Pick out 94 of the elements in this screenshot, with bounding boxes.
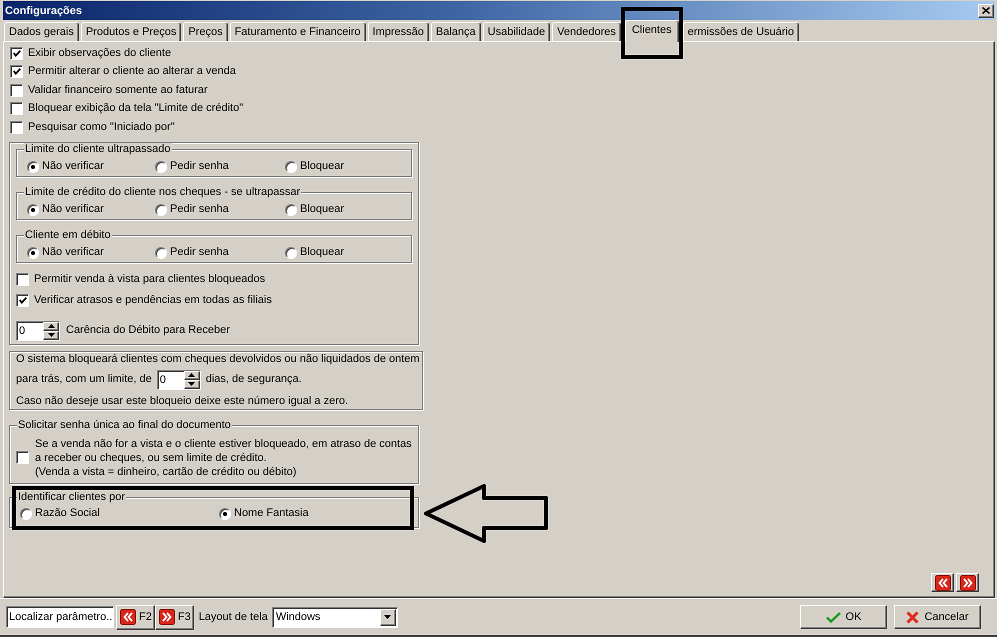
double-chevron-left-icon: [934, 574, 950, 590]
radio-button[interactable]: [155, 160, 167, 172]
checkbox[interactable]: [10, 84, 23, 97]
double-chevron-right-icon: [158, 609, 175, 625]
tab[interactable]: Vendedores: [552, 22, 621, 41]
previous-button[interactable]: [931, 573, 954, 592]
checkbox[interactable]: [16, 294, 29, 307]
description-text: Se a venda não for a vista e o cliente estiver bloqueado, em atraso de contas a receber ou cheques, ou sem limite de crédito. (Venda a vista = dinheiro, cartão de crédito ou débito): [35, 436, 412, 478]
radio-button[interactable]: [27, 204, 39, 216]
radio-button[interactable]: [20, 508, 32, 520]
checkbox-label: Verificar atrasos e pendências em todas as filiais: [34, 294, 272, 307]
radio-label: Bloquear: [300, 246, 344, 259]
field-label: para trás, com um limite, de: [16, 373, 152, 386]
close-button[interactable]: [978, 4, 994, 18]
checkbox[interactable]: [16, 272, 29, 286]
cancel-button[interactable]: Cancelar: [894, 605, 981, 629]
tab[interactable]: Produtos e Preços: [80, 22, 182, 41]
tab[interactable]: Clientes: [624, 20, 679, 42]
search-field[interactable]: Localizar parâmetro..: [6, 606, 114, 628]
radio-button[interactable]: [27, 246, 39, 258]
checkbox[interactable]: [10, 102, 23, 116]
close-icon: [982, 7, 990, 14]
group-title: Cliente em débito: [24, 229, 112, 241]
tab[interactable]: Usabilidade: [482, 22, 550, 41]
radio-button[interactable]: [285, 204, 297, 216]
tab[interactable]: Dados gerais: [4, 22, 79, 41]
caret-down-icon: [48, 333, 54, 337]
radio-label: Pedir senha: [170, 203, 229, 216]
checkmark-icon: [18, 296, 26, 304]
radio-label: Não verificar: [42, 160, 104, 173]
radio-label: Nome Fantasia: [234, 507, 309, 520]
double-chevron-left-icon: [120, 609, 136, 625]
info-text: O sistema bloqueará clientes com cheques devolvidos ou não liquidados de ontem: [16, 352, 420, 366]
group-title: Identificar clientes por: [17, 491, 126, 503]
radio-button[interactable]: [285, 160, 297, 172]
radio-label: Não verificar: [42, 203, 104, 216]
caret-up-icon: [188, 373, 196, 377]
radio-label: Bloquear: [300, 160, 344, 173]
cross-icon: [906, 610, 920, 624]
info-text: Caso não deseje usar este bloqueio deixe este número igual a zero.: [16, 394, 348, 408]
checkmark-icon: [826, 612, 841, 622]
radio-label: Bloquear: [300, 203, 344, 216]
radio-button[interactable]: [155, 246, 167, 258]
radio-button[interactable]: [219, 508, 231, 520]
number-field[interactable]: 0: [156, 370, 201, 390]
radio-button[interactable]: [27, 160, 39, 172]
group-title: Solicitar senha única ao final do documento: [17, 419, 232, 431]
previous-match-button[interactable]: F2: [116, 604, 155, 630]
radio-dot-icon: [31, 164, 35, 168]
checkbox-label: Permitir venda à vista para clientes bloqueados: [34, 272, 266, 286]
radio-label: Razão Social: [35, 507, 100, 520]
caret-up-icon: [48, 324, 54, 328]
radio-button[interactable]: [155, 204, 167, 216]
group-title: Limite do cliente ultrapassado: [24, 143, 172, 155]
checkbox[interactable]: [16, 451, 29, 464]
next-button[interactable]: [956, 573, 979, 592]
checkbox-label: Pesquisar como "Iniciado por": [28, 120, 175, 134]
checkbox-label: Permitir alterar o cliente ao alterar a venda: [28, 65, 236, 78]
radio-label: Não verificar: [42, 246, 104, 259]
radio-label: Pedir senha: [170, 160, 229, 173]
field-label: Carência do Débito para Receber: [66, 324, 230, 337]
tab[interactable]: Preços: [183, 22, 228, 41]
caret-down-icon: [384, 615, 392, 619]
checkbox[interactable]: [10, 46, 23, 60]
checkbox-label: Validar financeiro somente ao faturar: [28, 84, 208, 97]
window-title: Configurações: [5, 4, 82, 16]
spin-down-button[interactable]: [184, 380, 200, 388]
layout-dropdown[interactable]: Windows: [272, 606, 398, 628]
tab[interactable]: Faturamento e Financeiro: [230, 22, 366, 41]
tab[interactable]: ermissões de Usuário: [682, 22, 799, 41]
checkbox[interactable]: [10, 65, 23, 78]
tab[interactable]: Balança: [430, 22, 481, 41]
spin-up-button[interactable]: [43, 322, 59, 330]
ok-button[interactable]: OK: [800, 605, 887, 629]
caret-down-icon: [188, 382, 196, 386]
radio-dot-icon: [31, 250, 35, 254]
group-title: Limite de crédito do cliente nos cheques - se ultrapassar: [24, 186, 302, 198]
checkbox-label: Bloquear exibição da tela "Limite de crédito": [28, 102, 244, 116]
next-match-button[interactable]: F3: [154, 604, 194, 630]
radio-dot-icon: [31, 208, 35, 212]
checkmark-icon: [12, 50, 20, 57]
radio-label: Pedir senha: [170, 246, 229, 259]
radio-button[interactable]: [285, 246, 297, 258]
spin-up-button[interactable]: [184, 370, 200, 380]
number-field[interactable]: 0: [16, 320, 60, 340]
dropdown-button[interactable]: [380, 608, 396, 626]
checkbox[interactable]: [10, 120, 23, 134]
checkmark-icon: [12, 68, 20, 76]
tab[interactable]: Impressão: [368, 22, 429, 41]
double-chevron-right-icon: [960, 574, 976, 590]
field-label: Layout de tela: [198, 611, 268, 623]
checkbox-label: Exibir observações do cliente: [28, 46, 172, 60]
radio-dot-icon: [223, 512, 227, 516]
field-label: dias, de segurança.: [206, 373, 302, 386]
